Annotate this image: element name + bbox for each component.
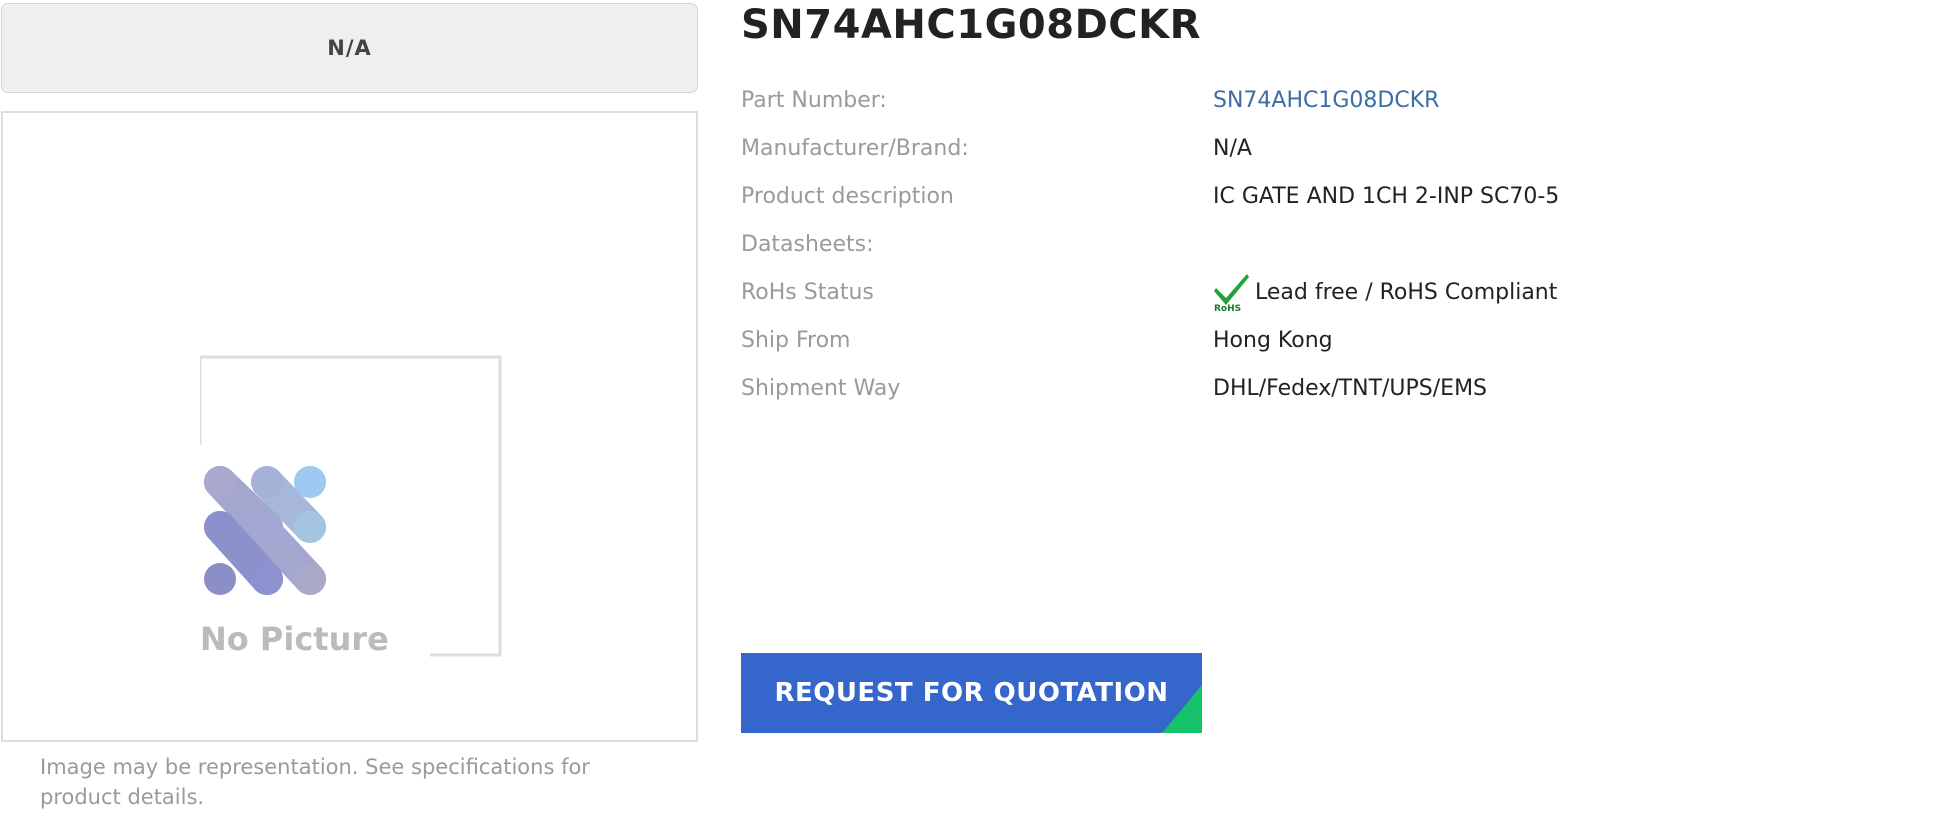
no-picture-text: No Picture	[200, 620, 389, 657]
spec-row-manufacturer: Manufacturer/Brand: N/A	[741, 124, 1941, 172]
spec-label: Ship From	[741, 327, 851, 353]
brand-box: N/A	[1, 3, 698, 93]
image-caption: Image may be representation. See specifi…	[40, 755, 590, 809]
spec-value: DHL/Fedex/TNT/UPS/EMS	[1213, 375, 1488, 401]
spec-value: N/A	[1213, 135, 1252, 161]
spec-label: Datasheets:	[741, 231, 874, 257]
no-picture-icon: No Picture	[200, 355, 502, 657]
button-accent-corner	[1162, 685, 1202, 733]
rohs-icon-text: RoHS	[1214, 304, 1241, 312]
spec-row-part-number: Part Number: SN74AHC1G08DCKR	[741, 76, 1941, 124]
spec-value: Hong Kong	[1213, 327, 1333, 353]
page-title: SN74AHC1G08DCKR	[741, 2, 1201, 48]
part-number-link[interactable]: SN74AHC1G08DCKR	[1213, 88, 1439, 113]
spec-row-ship-from: Ship From Hong Kong	[741, 316, 1941, 364]
check-icon: RoHS	[1214, 274, 1249, 312]
spec-row-description: Product description IC GATE AND 1CH 2-IN…	[741, 172, 1941, 220]
spec-label: Product description	[741, 183, 954, 209]
spec-label: Part Number:	[741, 87, 887, 113]
brand-label: N/A	[327, 36, 372, 60]
spec-value: IC GATE AND 1CH 2-INP SC70-5	[1213, 183, 1560, 209]
spec-label: Shipment Way	[741, 375, 901, 401]
rfq-label: REQUEST FOR QUOTATION	[774, 678, 1169, 708]
spec-row-datasheets: Datasheets:	[741, 220, 1941, 268]
spec-row-rohs: RoHs Status RoHS Lead free / RoHS Compli…	[741, 268, 1941, 316]
request-quotation-button[interactable]: REQUEST FOR QUOTATION	[741, 653, 1202, 733]
spec-label: Manufacturer/Brand:	[741, 135, 969, 161]
spec-table: Part Number: SN74AHC1G08DCKR Manufacture…	[741, 76, 1941, 412]
spec-value: Lead free / RoHS Compliant	[1255, 279, 1558, 305]
rohs-value: RoHS Lead free / RoHS Compliant	[1213, 272, 1557, 312]
spec-row-shipment-way: Shipment Way DHL/Fedex/TNT/UPS/EMS	[741, 364, 1941, 412]
spec-label: RoHs Status	[741, 279, 874, 305]
